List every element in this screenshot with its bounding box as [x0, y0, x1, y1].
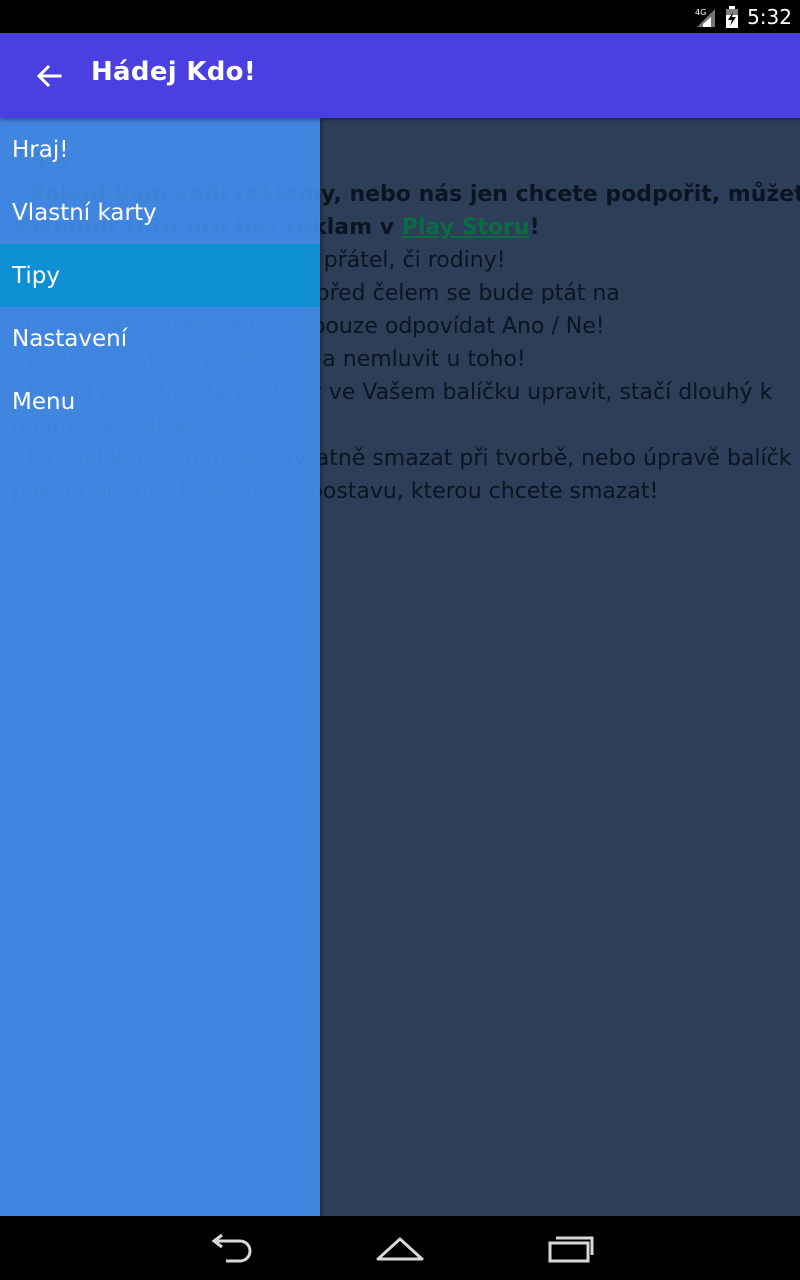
drawer-item-nastaveni[interactable]: Nastavení	[0, 307, 320, 370]
nav-recents-icon	[548, 1236, 594, 1263]
drawer-item-tipy[interactable]: Tipy	[0, 244, 320, 307]
app-bar: Hádej Kdo!	[0, 33, 800, 118]
battery-icon	[726, 5, 739, 28]
status-icons: 4G 5:32	[695, 0, 792, 33]
drawer-item-label: Tipy	[12, 262, 60, 289]
drawer-item-label: Menu	[12, 388, 76, 415]
nav-recents-button[interactable]	[540, 1226, 600, 1270]
drawer-item-label: Vlastní karty	[12, 199, 157, 226]
drawer-item-menu[interactable]: Menu	[0, 370, 320, 433]
drawer-item-hraj[interactable]: Hraj!	[0, 118, 320, 181]
drawer-item-label: Nastavení	[12, 325, 128, 352]
status-bar: 4G 5:32	[0, 0, 800, 33]
signal-icon: 4G	[695, 8, 716, 27]
nav-home-button[interactable]	[370, 1226, 430, 1270]
back-button[interactable]	[24, 51, 74, 101]
nav-back-button[interactable]	[200, 1226, 260, 1270]
status-time: 5:32	[747, 4, 792, 29]
play-store-link[interactable]: Play Storu	[402, 215, 530, 240]
system-nav-bar	[0, 1216, 800, 1280]
drawer-item-vlastni-karty[interactable]: Vlastní karty	[0, 181, 320, 244]
network-type: 4G	[695, 8, 706, 17]
navigation-drawer: Hraj! Vlastní karty Tipy Nastavení Menu	[0, 118, 320, 1216]
arrow-left-icon	[36, 64, 62, 88]
page-title: Hádej Kdo!	[91, 57, 256, 87]
drawer-item-label: Hraj!	[12, 136, 69, 163]
nav-back-icon	[211, 1233, 252, 1263]
nav-home-icon	[376, 1237, 424, 1261]
